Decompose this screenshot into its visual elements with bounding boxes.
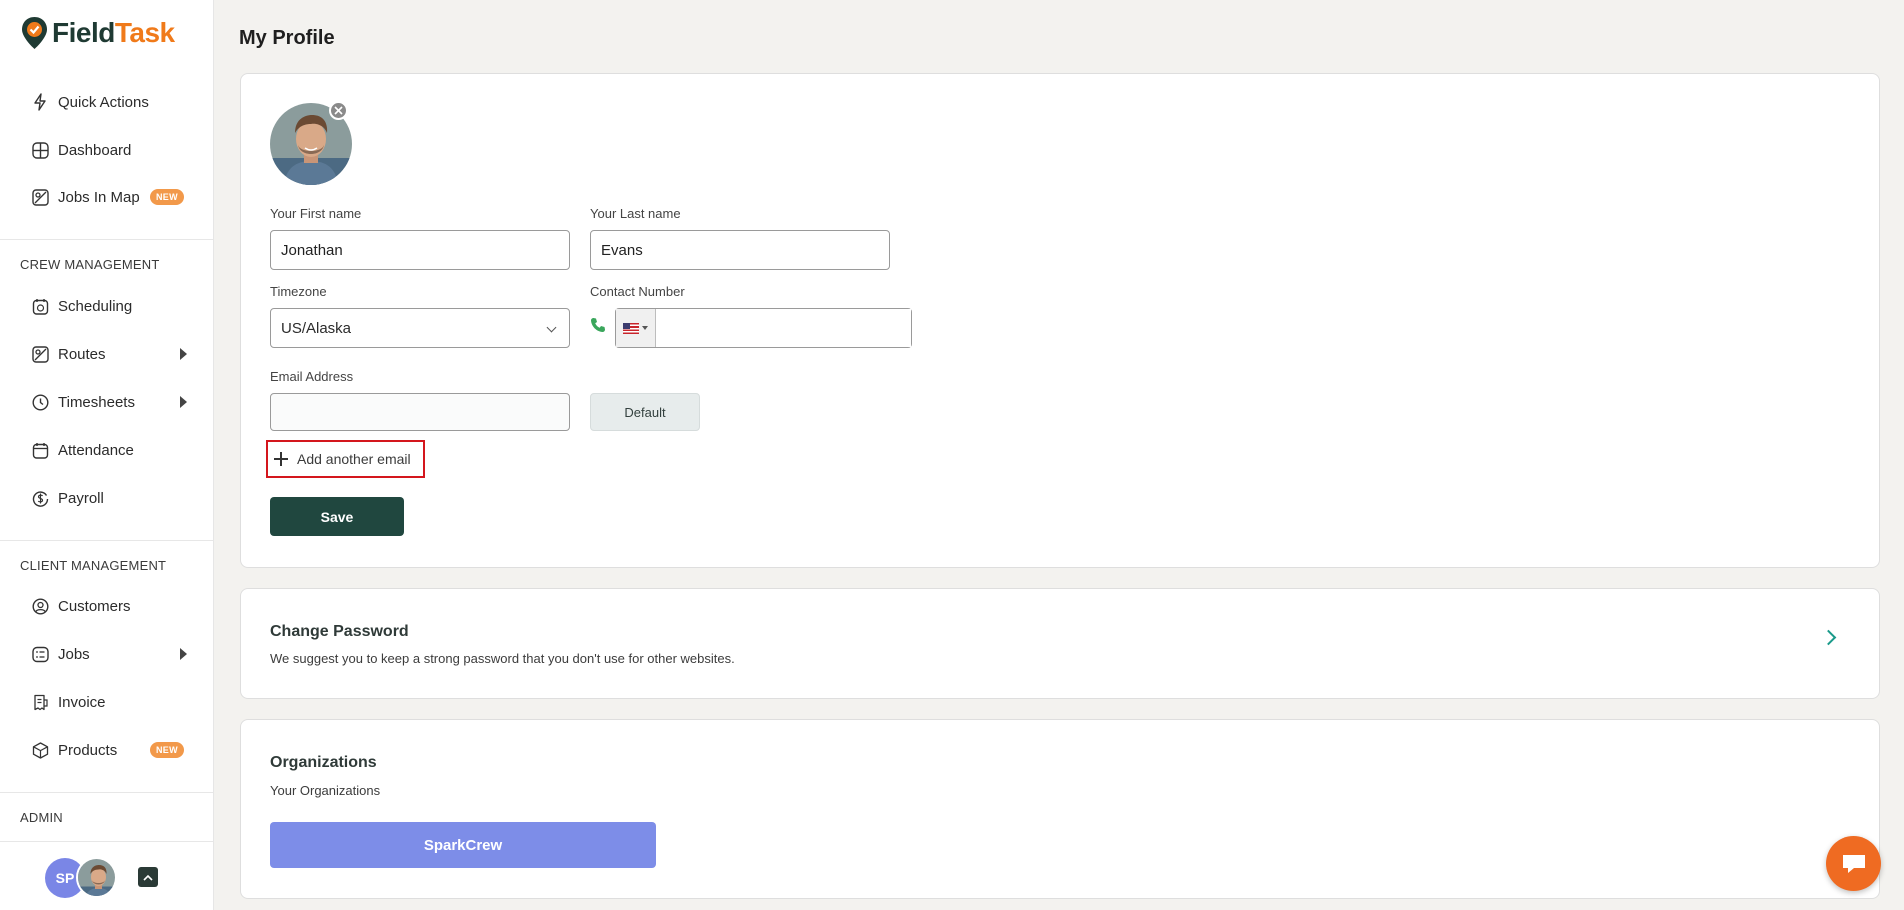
nav-item-attendance[interactable]: Attendance [0,430,213,470]
jobs-list-icon [31,645,49,663]
email-label: Email Address [270,369,354,384]
divider [0,792,213,793]
nav-item-invoice[interactable]: Invoice [0,682,213,722]
expand-arrow-icon[interactable] [180,648,187,660]
organizations-subtitle: Your Organizations [270,783,381,798]
calendar-clock-icon [31,297,49,315]
sidebar-footer: SP [0,841,213,910]
phone-icon [591,318,605,332]
nav-label: Jobs [58,645,90,663]
nav-item-customers[interactable]: Customers [0,586,213,626]
nav-item-scheduling[interactable]: Scheduling [0,286,213,326]
last-name-input[interactable] [590,230,890,270]
change-password-title: Change Password [270,623,409,640]
nav-label: Payroll [58,489,104,507]
user-photo-avatar[interactable] [76,857,117,898]
nav-item-quick-actions[interactable]: Quick Actions [0,82,213,122]
contact-number-field [615,308,912,348]
nav-item-routes[interactable]: Routes [0,334,213,374]
attendance-calendar-icon [31,441,49,459]
chevron-right-icon[interactable] [1820,629,1837,646]
last-name-label: Your Last name [590,206,681,221]
expand-arrow-icon[interactable] [180,396,187,408]
organizations-card: Organizations Your Organizations SparkCr… [240,719,1880,899]
nav-item-dashboard[interactable]: Dashboard [0,130,213,170]
add-another-email-button[interactable]: Add another email [266,440,425,478]
contact-number-label: Contact Number [590,284,685,299]
nav-label: Invoice [58,693,106,711]
default-email-button[interactable]: Default [590,393,700,431]
expand-arrow-icon[interactable] [180,348,187,360]
timezone-select[interactable]: US/Alaska [270,308,570,348]
nav-item-jobs[interactable]: Jobs [0,634,213,674]
nav-item-payroll[interactable]: Payroll [0,478,213,518]
nav-label: Dashboard [58,141,132,159]
remove-photo-button[interactable] [329,101,348,120]
first-name-input[interactable] [270,230,570,270]
us-flag-icon [623,322,639,334]
nav-label: Quick Actions [58,93,149,111]
divider [0,540,213,541]
dollar-cycle-icon [31,489,49,507]
change-password-card[interactable]: Change Password We suggest you to keep a… [240,588,1880,699]
section-title-crew: CREW MANAGEMENT [20,257,160,272]
chevron-down-icon [546,322,557,333]
first-name-label: Your First name [270,206,362,221]
plus-icon [274,452,288,466]
email-input[interactable] [270,393,570,431]
location-pin-logo-icon [22,17,47,49]
invoice-icon [31,693,49,711]
timezone-value: US/Alaska [281,319,352,337]
new-badge: NEW [150,189,184,205]
nav-item-products[interactable]: Products NEW [0,730,213,770]
box-icon [31,741,49,759]
nav-item-timesheets[interactable]: Timesheets [0,382,213,422]
contact-number-input[interactable] [656,309,911,347]
sidebar: FieldTask Quick Actions Dashboard Jobs I… [0,0,214,910]
chat-bubble-icon [1842,854,1865,873]
new-badge: NEW [150,742,184,758]
nav-label: Routes [58,345,106,363]
logo[interactable]: FieldTask [21,16,175,50]
portrait-image-icon [78,859,115,896]
user-circle-icon [31,597,49,615]
route-map-icon [31,345,49,363]
change-password-description: We suggest you to keep a strong password… [270,651,735,666]
nav-label: Products [58,741,118,759]
nav-label: Scheduling [58,297,133,315]
profile-card: Your First name Your Last name Timezone … [240,73,1880,568]
divider [0,239,213,240]
section-title-client: CLIENT MANAGEMENT [20,558,167,573]
clock-icon [31,393,49,411]
map-icon [31,188,49,206]
nav-label: Timesheets [58,393,135,411]
nav-item-jobs-in-map[interactable]: Jobs In Map NEW [0,177,213,217]
page-title: My Profile [239,27,335,49]
chevron-up-icon [143,874,153,881]
timezone-label: Timezone [270,284,327,299]
dashboard-grid-icon [31,141,49,159]
chevron-up-button[interactable] [138,867,158,887]
nav-label: Attendance [58,441,134,459]
caret-down-icon [642,326,648,330]
nav-label: Customers [58,597,131,615]
section-title-admin: ADMIN [20,810,63,825]
brand-name: FieldTask [52,17,175,48]
organization-button-sparkcrew[interactable]: SparkCrew [270,822,656,868]
organizations-title: Organizations [270,754,377,771]
chat-button[interactable] [1826,836,1881,891]
close-icon [334,106,343,115]
lightning-icon [31,93,49,111]
country-code-select[interactable] [616,309,656,347]
nav-label: Jobs In Map [58,188,140,206]
add-email-label: Add another email [297,451,411,467]
save-button[interactable]: Save [270,497,404,536]
